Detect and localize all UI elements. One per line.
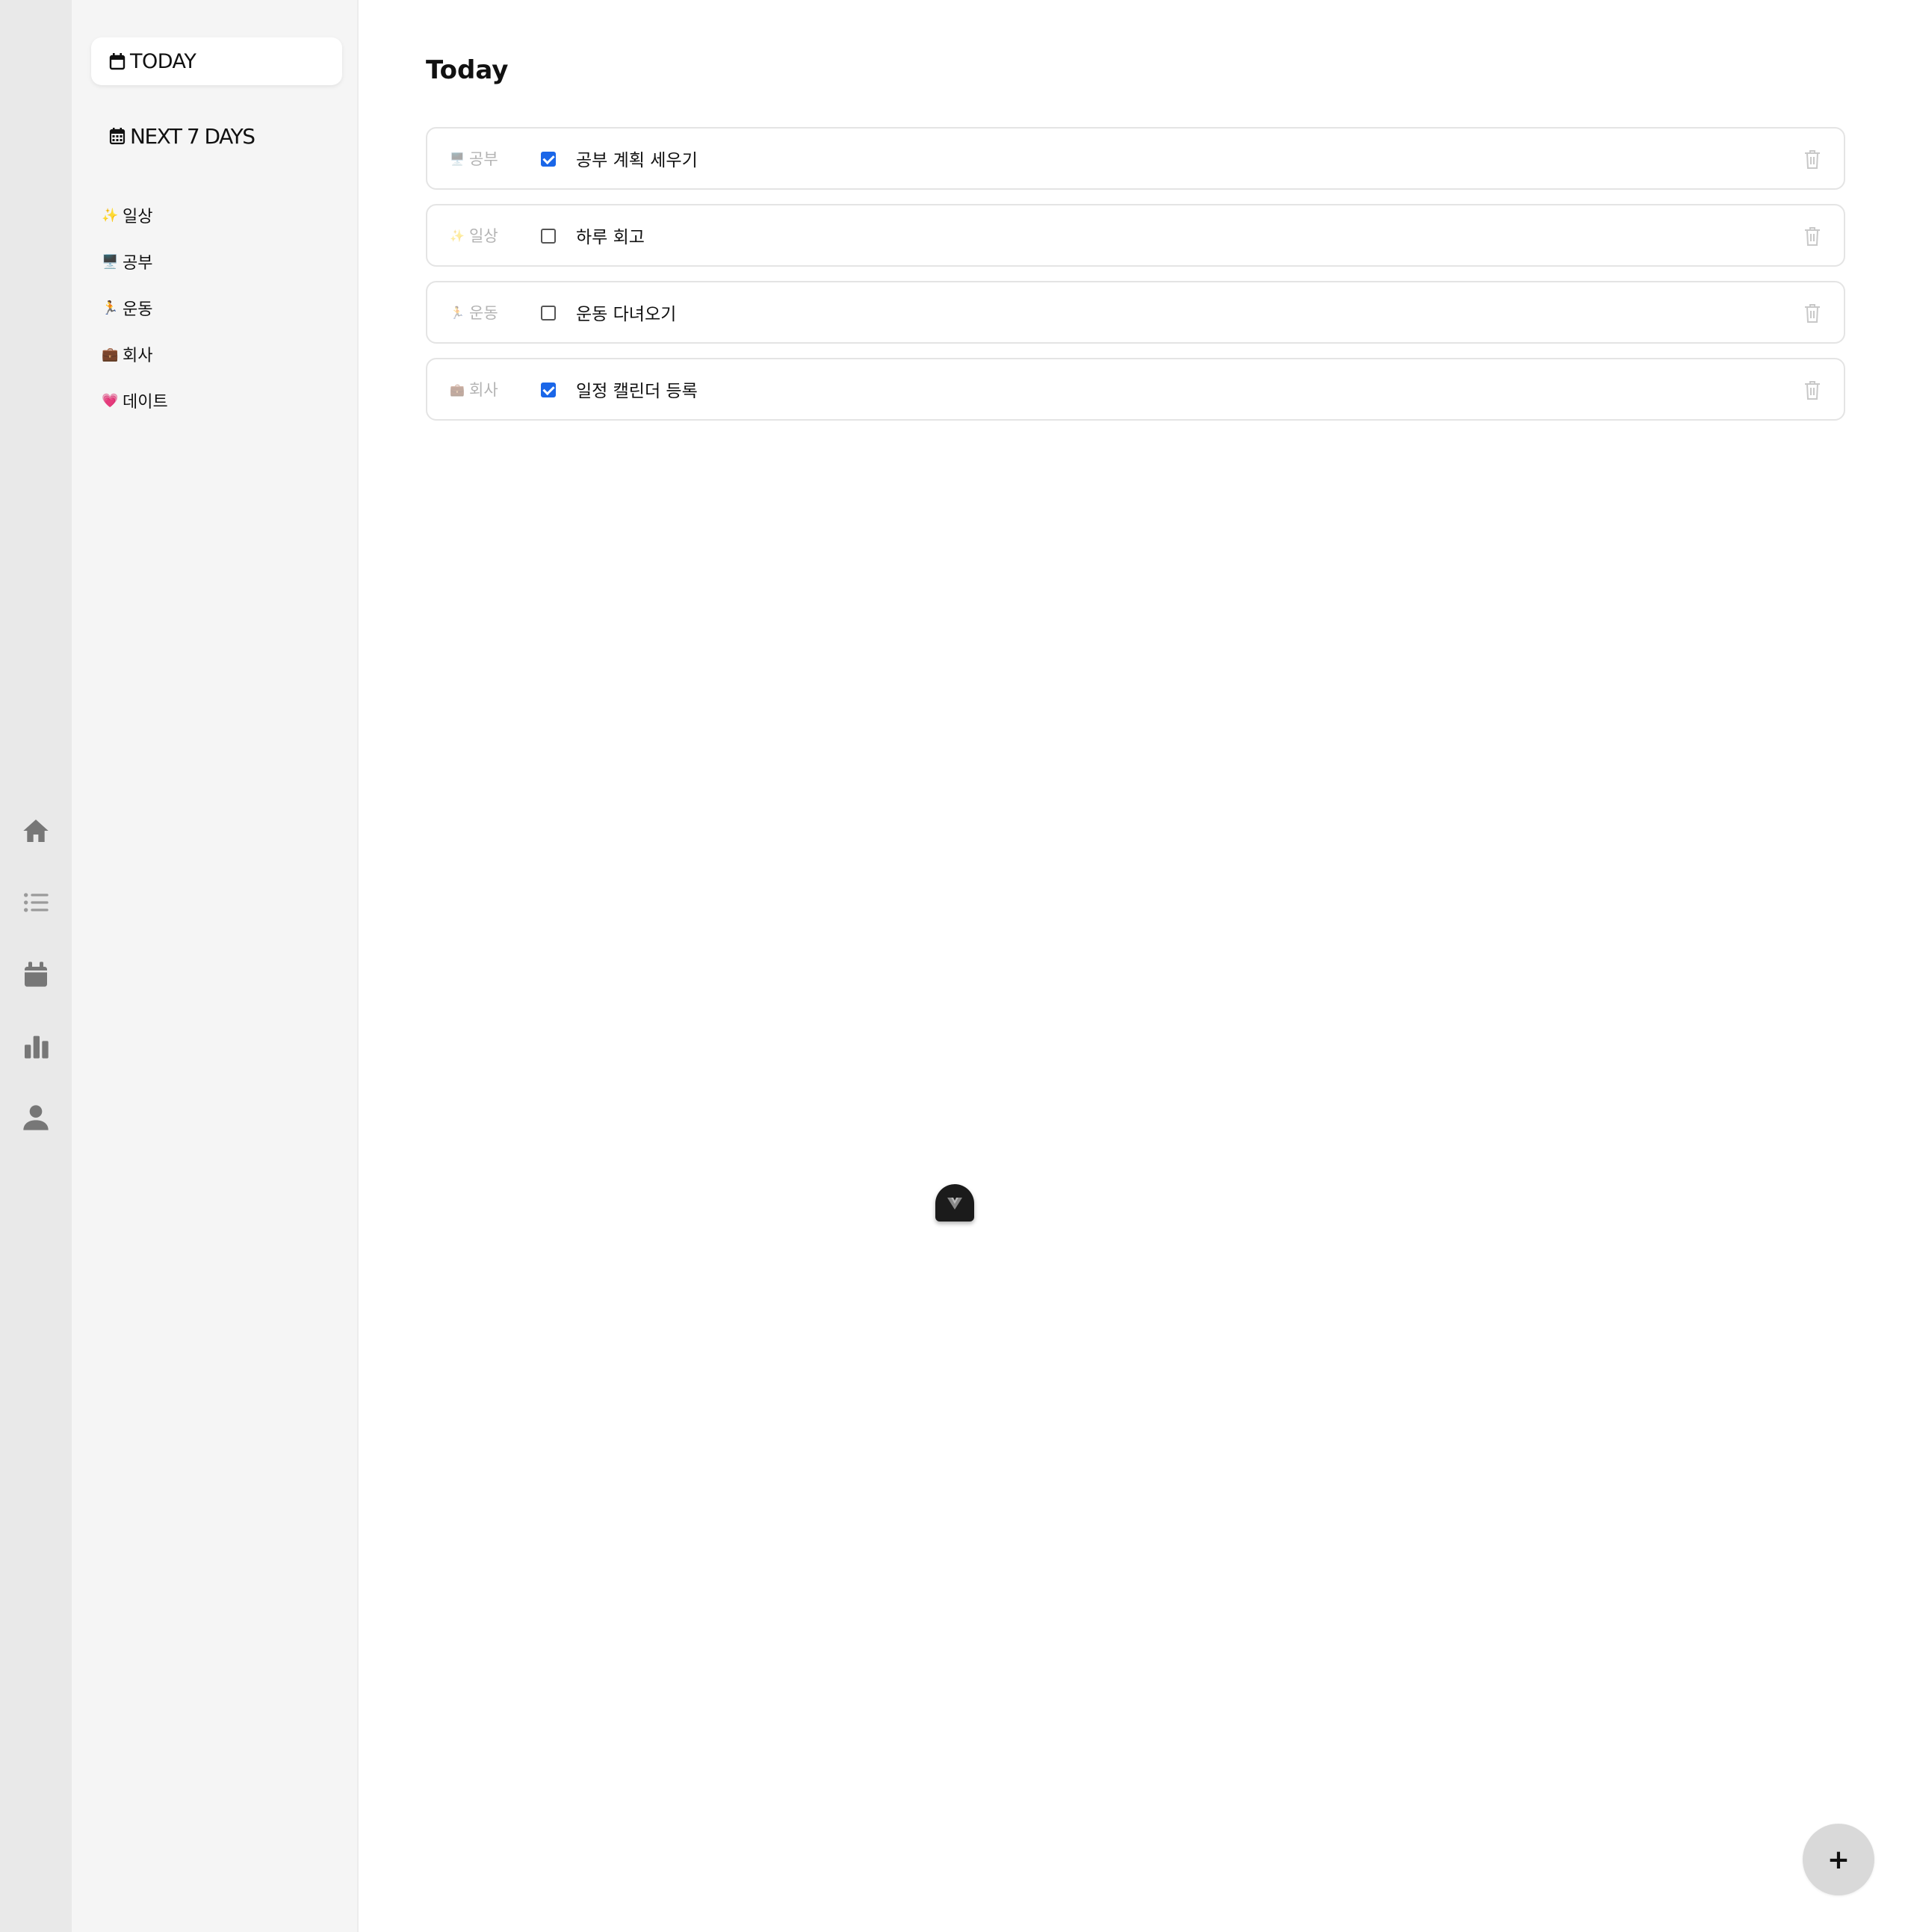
category-item-date[interactable]: 💗 데이트 bbox=[102, 377, 341, 424]
briefcase-icon: 💼 bbox=[450, 382, 465, 397]
todo-category: 🖥️ 공부 bbox=[450, 129, 498, 188]
category-item-work[interactable]: 💼 회사 bbox=[102, 331, 341, 377]
todo-checkbox[interactable] bbox=[541, 152, 556, 167]
trash-icon[interactable] bbox=[1803, 380, 1821, 400]
computer-icon: 🖥️ bbox=[102, 253, 119, 270]
category-list: ✨ 일상 🖥️ 공부 🏃 운동 💼 회사 💗 데이트 bbox=[102, 192, 341, 424]
category-item-daily[interactable]: ✨ 일상 bbox=[102, 192, 341, 238]
sparkles-icon: ✨ bbox=[450, 228, 465, 243]
runner-icon: 🏃 bbox=[102, 300, 119, 316]
runner-icon: 🏃 bbox=[450, 305, 465, 320]
nav-next-7-days[interactable]: NEXT 7 DAYS bbox=[91, 112, 342, 160]
add-todo-button[interactable]: + bbox=[1803, 1824, 1874, 1895]
category-item-exercise[interactable]: 🏃 운동 bbox=[102, 285, 341, 331]
trash-icon[interactable] bbox=[1803, 226, 1821, 247]
nav-next-7-days-label: NEXT 7 DAYS bbox=[130, 123, 255, 149]
todo-item: 🏃 운동 운동 다녀오기 bbox=[426, 281, 1845, 344]
todo-checkbox[interactable] bbox=[541, 229, 556, 244]
todo-text: 하루 회고 bbox=[576, 228, 645, 247]
category-label: 공부 bbox=[123, 254, 153, 273]
icon-rail bbox=[0, 0, 72, 1932]
todo-category-label: 회사 bbox=[469, 381, 498, 399]
app-root: TODAY NEXT 7 DAYS ✨ 일상 🖥️ 공부 🏃 운동 💼 회사 💗… bbox=[0, 0, 1908, 1932]
todo-checkbox[interactable] bbox=[541, 306, 556, 321]
home-icon[interactable] bbox=[17, 812, 55, 849]
category-label: 일상 bbox=[123, 208, 153, 226]
todo-category-label: 공부 bbox=[469, 150, 498, 168]
category-label: 운동 bbox=[123, 300, 153, 319]
calendar-icon[interactable] bbox=[17, 956, 55, 993]
todo-text: 운동 다녀오기 bbox=[576, 305, 677, 324]
computer-icon: 🖥️ bbox=[450, 151, 465, 166]
todo-category: 💼 회사 bbox=[450, 359, 498, 419]
user-icon[interactable] bbox=[17, 1099, 55, 1136]
calendar-icon bbox=[109, 52, 126, 70]
todo-category: 🏃 운동 bbox=[450, 282, 498, 342]
todo-item: ✨ 일상 하루 회고 bbox=[426, 204, 1845, 267]
vue-logo-icon bbox=[947, 1198, 962, 1210]
category-label: 회사 bbox=[123, 347, 153, 365]
todo-text: 일정 캘린더 등록 bbox=[576, 382, 698, 401]
nav-today-label: TODAY bbox=[130, 49, 196, 73]
sparkles-icon: ✨ bbox=[102, 207, 119, 223]
chart-icon[interactable] bbox=[17, 1027, 55, 1065]
category-item-study[interactable]: 🖥️ 공부 bbox=[102, 238, 341, 285]
todo-text: 공부 계획 세우기 bbox=[576, 151, 698, 170]
todo-category-label: 운동 bbox=[469, 304, 498, 322]
trash-icon[interactable] bbox=[1803, 149, 1821, 170]
briefcase-icon: 💼 bbox=[102, 346, 119, 362]
todo-item: 🖥️ 공부 공부 계획 세우기 bbox=[426, 127, 1845, 190]
trash-icon[interactable] bbox=[1803, 303, 1821, 323]
todo-category-label: 일상 bbox=[469, 227, 498, 245]
category-label: 데이트 bbox=[123, 393, 168, 412]
devtools-badge[interactable] bbox=[935, 1184, 974, 1222]
todo-category: ✨ 일상 bbox=[450, 205, 498, 265]
todo-checkbox[interactable] bbox=[541, 383, 556, 397]
todo-list: 🖥️ 공부 공부 계획 세우기 ✨ 일상 하루 회고 🏃 운동 운동 다녀오기 … bbox=[426, 127, 1845, 435]
heart-icon: 💗 bbox=[102, 392, 119, 409]
sidebar: TODAY NEXT 7 DAYS ✨ 일상 🖥️ 공부 🏃 운동 💼 회사 💗… bbox=[72, 0, 359, 1932]
calendar-grid-icon bbox=[109, 127, 126, 145]
nav-today[interactable]: TODAY bbox=[91, 37, 342, 85]
list-icon[interactable] bbox=[17, 884, 55, 921]
main-content: Today 🖥️ 공부 공부 계획 세우기 ✨ 일상 하루 회고 🏃 운동 운동… bbox=[359, 0, 1908, 1932]
page-title: Today bbox=[426, 55, 509, 85]
todo-item: 💼 회사 일정 캘린더 등록 bbox=[426, 358, 1845, 421]
